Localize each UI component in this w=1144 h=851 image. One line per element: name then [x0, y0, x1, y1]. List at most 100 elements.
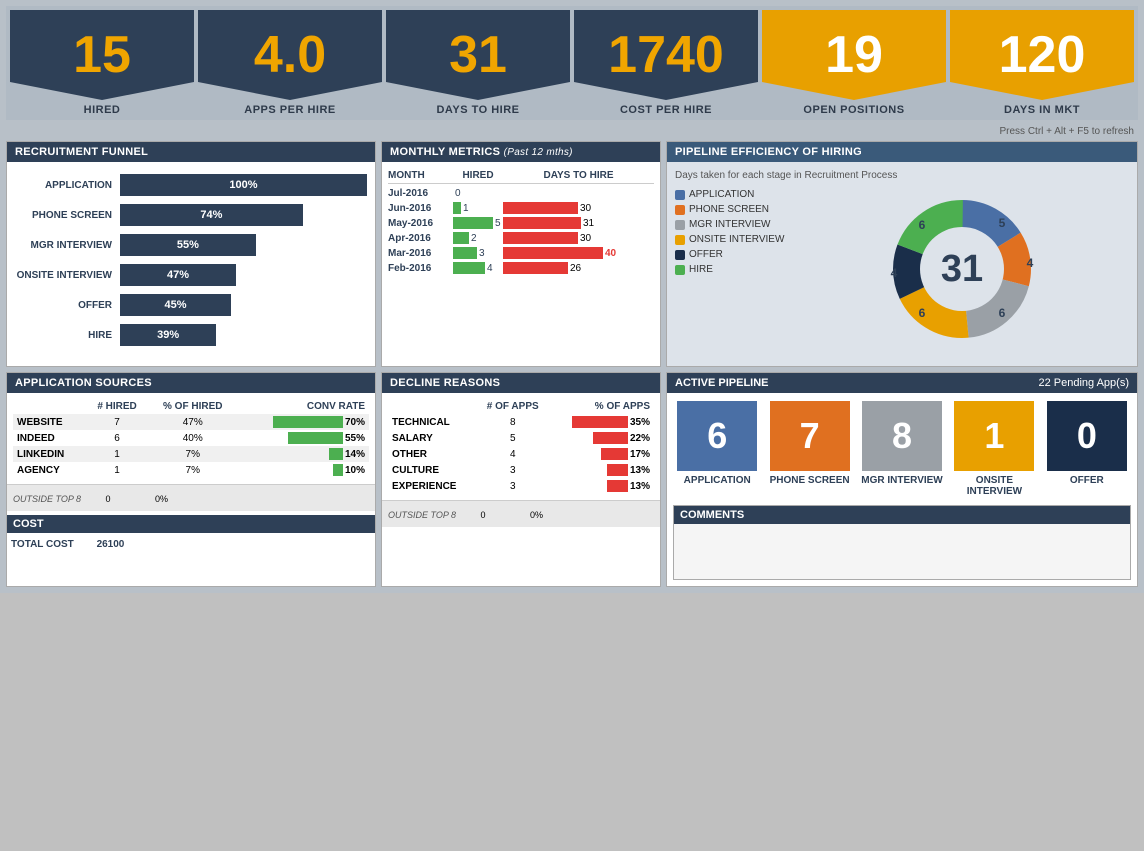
- funnel-bar-value: 55%: [177, 239, 199, 251]
- kpi-badge: 19: [762, 10, 946, 100]
- metrics-body: MONTH HIRED DAYS TO HIRE Jul-2016 0 Jun-…: [382, 162, 660, 283]
- dec-col-reason: [388, 399, 476, 414]
- src-col-pct-hired: % OF HIRED: [148, 399, 237, 414]
- kpi-value: 120: [999, 29, 1086, 81]
- legend-dot: [675, 190, 685, 200]
- conv-label: 10%: [345, 465, 365, 476]
- funnel-bar-container: 45%: [120, 294, 367, 316]
- kpi-value: 1740: [608, 29, 724, 81]
- month-cell: Jul-2016: [388, 188, 453, 199]
- kpi-item: 120 DAYS IN MKT: [950, 10, 1134, 116]
- funnel-row: OFFER 45%: [15, 294, 367, 316]
- pipeline-panel: PIPELINE EFFICIENCY OF HIRING Days taken…: [666, 141, 1138, 367]
- src-name: AGENCY: [13, 462, 86, 478]
- hired-bars: 4: [453, 262, 503, 274]
- dec-bar: [593, 432, 628, 444]
- dec-reason: CULTURE: [388, 462, 476, 478]
- funnel-bar-container: 39%: [120, 324, 367, 346]
- hired-bar: [453, 232, 469, 244]
- stage-num: 7: [770, 401, 850, 471]
- hired-bars: 2: [453, 232, 503, 244]
- cost-section: COST TOTAL COST 26100: [7, 515, 375, 552]
- hired-bars: 3: [453, 247, 503, 259]
- kpi-label: HIRED: [84, 104, 121, 116]
- stage-num: 8: [862, 401, 942, 471]
- dec-num: 3: [476, 462, 549, 478]
- refresh-hint: Press Ctrl + Alt + F5 to refresh: [6, 126, 1138, 137]
- funnel-row: HIRE 39%: [15, 324, 367, 346]
- decline-body: # OF APPS % OF APPS TECHNICAL 8 35% SALA…: [382, 393, 660, 500]
- src-pct-hired: 7%: [148, 446, 237, 462]
- hired-bars: 5: [453, 217, 503, 229]
- legend-label: MGR INTERVIEW: [689, 219, 770, 230]
- month-cell: Feb-2016: [388, 263, 453, 274]
- funnel-bar-value: 45%: [165, 299, 187, 311]
- svg-text:4: 4: [890, 266, 897, 280]
- src-hired: 1: [86, 462, 149, 478]
- days-num: 30: [580, 203, 591, 214]
- dec-pct-cell: 35%: [549, 414, 654, 430]
- days-bar: [503, 202, 578, 214]
- month-cell: May-2016: [388, 218, 453, 229]
- funnel-header: RECRUITMENT FUNNEL: [7, 142, 375, 162]
- stage-box: 8 MGR INTERVIEW: [858, 401, 946, 497]
- src-conv-cell: 55%: [237, 430, 369, 446]
- funnel-row-label: ONSITE INTERVIEW: [15, 270, 120, 281]
- col-hired-header: HIRED: [453, 170, 503, 181]
- decline-panel: DECLINE REASONS # OF APPS % OF APPS TECH…: [381, 372, 661, 587]
- src-hired: 6: [86, 430, 149, 446]
- legend-label: ONSITE INTERVIEW: [689, 234, 784, 245]
- dec-bar: [572, 416, 628, 428]
- dec-col-num: # OF APPS: [476, 399, 549, 414]
- legend-item: HIRE: [675, 264, 784, 275]
- src-name: INDEED: [13, 430, 86, 446]
- days-bars: 26: [503, 262, 654, 274]
- donut-chart: 31 5 4 6 6 4: [882, 189, 1042, 349]
- src-name: LINKEDIN: [13, 446, 86, 462]
- month-cell: Apr-2016: [388, 233, 453, 244]
- kpi-item: 31 DAYS TO HIRE: [386, 10, 570, 116]
- decline-row: EXPERIENCE 3 13%: [388, 478, 654, 494]
- funnel-bar: 45%: [120, 294, 231, 316]
- hired-num: 2: [471, 233, 477, 244]
- dec-bar: [607, 480, 628, 492]
- funnel-bar-container: 100%: [120, 174, 367, 196]
- kpi-value: 31: [449, 29, 507, 81]
- kpi-badge: 4.0: [198, 10, 382, 100]
- days-bars: 40: [503, 247, 654, 259]
- comments-body: [674, 524, 1130, 579]
- sources-body: # HIRED % OF HIRED CONV RATE WEBSITE 7 4…: [7, 393, 375, 484]
- days-bars: 31: [503, 217, 654, 229]
- legend-label: HIRE: [689, 264, 713, 275]
- outside-pct: 0%: [155, 494, 168, 504]
- dec-pct-label: 13%: [630, 465, 650, 476]
- dec-num: 3: [476, 478, 549, 494]
- kpi-value: 15: [73, 29, 131, 81]
- kpi-value: 19: [825, 29, 883, 81]
- dec-pct-cell: 17%: [549, 446, 654, 462]
- svg-text:4: 4: [1026, 256, 1033, 270]
- bottom-grid: APPLICATION SOURCES # HIRED % OF HIRED C…: [6, 372, 1138, 587]
- total-cost-label: TOTAL COST: [11, 539, 74, 550]
- total-cost-value: 26100: [97, 539, 125, 550]
- col-days-header: DAYS TO HIRE: [503, 170, 654, 181]
- conv-label: 55%: [345, 433, 365, 444]
- funnel-bar: 55%: [120, 234, 256, 256]
- hired-bar: [453, 262, 485, 274]
- funnel-panel: RECRUITMENT FUNNEL APPLICATION 100% PHON…: [6, 141, 376, 367]
- svg-text:5: 5: [998, 216, 1005, 230]
- funnel-bar-container: 74%: [120, 204, 367, 226]
- funnel-bar: 47%: [120, 264, 236, 286]
- dec-pct-cell: 22%: [549, 430, 654, 446]
- hired-num: 3: [479, 248, 485, 259]
- funnel-row-label: OFFER: [15, 300, 120, 311]
- src-conv-cell: 14%: [237, 446, 369, 462]
- active-pipeline-header: ACTIVE PIPELINE 22 Pending App(s): [667, 373, 1137, 393]
- dec-reason: TECHNICAL: [388, 414, 476, 430]
- col-month-header: MONTH: [388, 170, 453, 181]
- funnel-bar-value: 100%: [229, 179, 257, 191]
- decline-outside-pct: 0%: [530, 510, 543, 520]
- sources-row: LINKEDIN 1 7% 14%: [13, 446, 369, 462]
- outside-hired: 0: [105, 494, 110, 504]
- legend-dot: [675, 235, 685, 245]
